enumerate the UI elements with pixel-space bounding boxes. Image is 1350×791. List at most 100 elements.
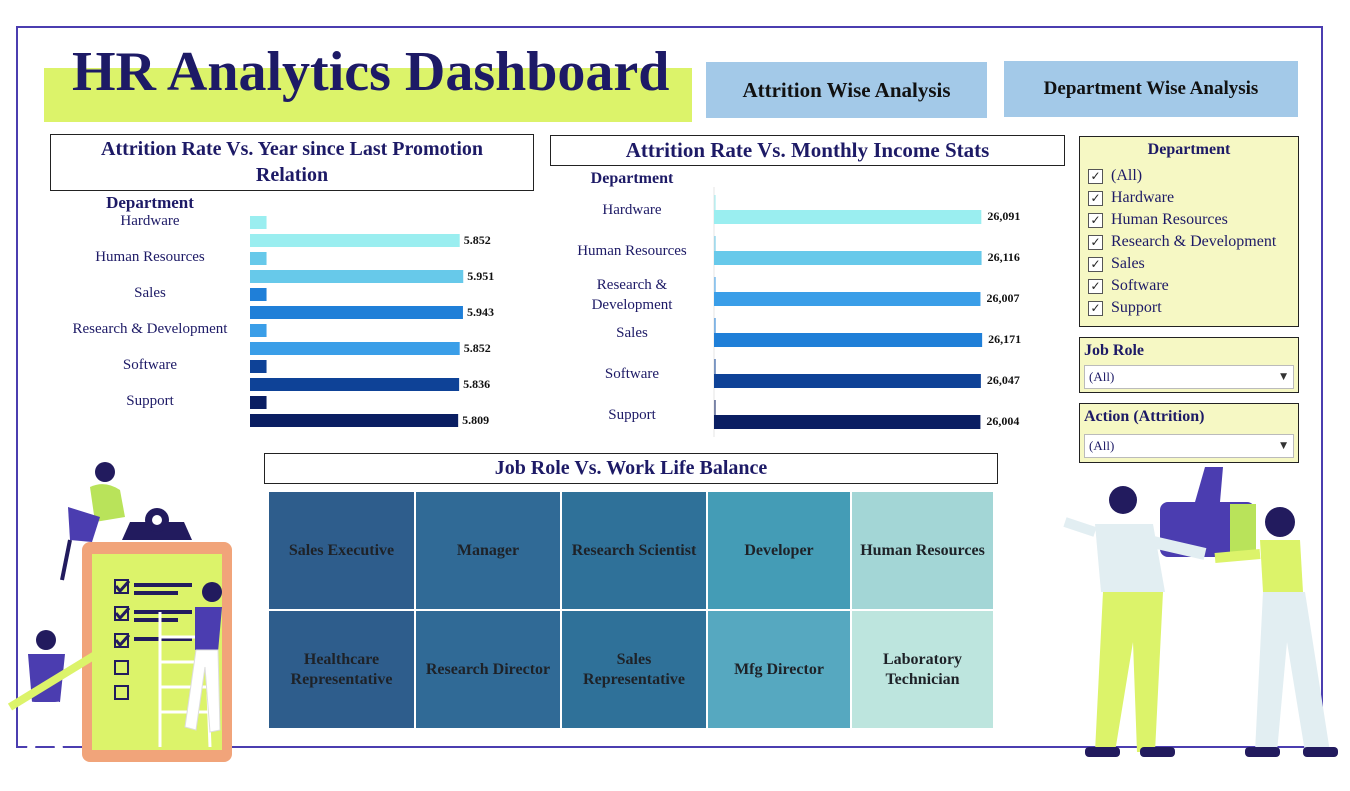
bar-hardware [250,234,460,247]
promotion-attrition-bar-chart: DepartmentHardware 5.852 Human Resources 5.… [73,193,494,427]
department-option-support[interactable]: ✓ Support [1088,297,1298,319]
attrition-wise-analysis-button[interactable]: Attrition Wise Analysis [706,62,987,118]
department-option-sales[interactable]: ✓ Sales [1088,253,1298,275]
treemap-cell-sales-representative[interactable]: Sales Representative [561,610,707,729]
treemap-cell-research-scientist[interactable]: Research Scientist [561,491,707,610]
bar-small-hardware [250,216,267,229]
treemap-cell-manager[interactable]: Manager [415,491,561,610]
income-attrition-bar-chart: Department Hardware 26,091 Human Resources 2… [577,170,1021,437]
bar-support [250,414,459,427]
checkbox-icon[interactable]: ✓ [1088,256,1103,272]
department-option-label: Software [1111,277,1169,294]
value-label-software: 26,047 [987,373,1020,387]
category-label-research-development-line1: Research & [597,277,668,293]
department-filter-title: Department [1147,141,1231,158]
value-label-hardware: 5.852 [464,233,491,247]
bar-small-research-development [250,324,267,337]
department-option-label: Sales [1111,255,1145,272]
treemap-cell-human-resources[interactable]: Human Resources [851,491,994,610]
chart1-title-line2: Relation [255,164,329,186]
bar-small-software [250,360,267,373]
category-label-support: Support [126,393,174,409]
page-title: HR Analytics Dashboard [72,41,670,103]
category-label-human-resources: Human Resources [95,249,205,265]
checkbox-icon[interactable]: ✓ [1088,212,1103,228]
checkbox-icon[interactable]: ✓ [1088,300,1103,316]
bar-support [714,415,981,429]
bar-sales [714,333,983,347]
bar-research-development [714,292,981,306]
checkbox-icon[interactable]: ✓ [1088,234,1103,250]
department-option-label: Support [1111,299,1162,316]
job-role-treemap: Sales Executive Manager Research Scientist… [268,491,994,729]
job-role-dropdown-value: (All) [1089,369,1115,384]
department-option-all[interactable]: ✓ (All) [1088,165,1298,187]
department-option-label: (All) [1111,167,1143,184]
bar-research-development [250,342,460,355]
bar-human-resources [250,270,464,283]
bar-software [250,378,460,391]
chart1-title: Attrition Rate Vs. Year since Last Promo… [50,134,534,191]
chart2-title: Attrition Rate Vs. Monthly Income Stats [550,135,1065,166]
department-wise-analysis-button[interactable]: Department Wise Analysis [1004,61,1298,117]
category-label-software: Software [123,357,177,373]
checkbox-icon[interactable]: ✓ [1088,168,1103,184]
department-filter: Department ✓ (All) ✓ Hardware ✓ Human Resourc… [1079,136,1299,327]
value-label-sales: 26,171 [988,332,1021,346]
chart3-title: Job Role Vs. Work Life Balance [264,453,998,484]
category-label-sales: Sales [616,325,648,341]
bar-software [714,374,981,388]
category-label-hardware: Hardware [120,213,179,229]
bar-small-sales [250,288,267,301]
treemap-cell-laboratory-technician[interactable]: Laboratory Technician [851,610,994,729]
checkbox-icon[interactable]: ✓ [1088,190,1103,206]
value-label-support: 5.809 [462,413,489,427]
attrition-filter-title: Action (Attrition) [1084,408,1205,425]
value-label-hardware: 26,091 [987,209,1020,223]
attrition-dropdown-value: (All) [1089,438,1115,453]
category-label-research-development-line2: Development [592,297,674,313]
chart1-title-line1: Attrition Rate Vs. Year since Last Promo… [101,138,483,160]
checkbox-icon[interactable]: ✓ [1088,278,1103,294]
treemap-cell-mfg-director[interactable]: Mfg Director [707,610,851,729]
job-role-dropdown[interactable]: (All) ▼ [1084,365,1294,389]
department-option-hardware[interactable]: ✓ Hardware [1088,187,1298,209]
category-label-sales: Sales [134,285,166,301]
value-label-human-resources: 26,116 [988,250,1020,264]
value-label-support: 26,004 [986,414,1019,428]
category-label-research-development: Research & Development [73,321,229,337]
clipboard-checklist-illustration [7,462,232,763]
category-label-hardware: Hardware [602,202,661,218]
bar-small-human-resources [250,252,267,265]
treemap-cell-sales-executive[interactable]: Sales Executive [268,491,415,610]
y-axis-title: Department [591,170,674,187]
attrition-filter: Action (Attrition) (All) ▼ [1079,403,1299,463]
bar-sales [250,306,463,319]
chevron-down-icon: ▼ [1280,441,1287,451]
attrition-dropdown[interactable]: (All) ▼ [1084,434,1294,458]
job-role-filter: Job Role (All) ▼ [1079,337,1299,393]
treemap-cell-developer[interactable]: Developer [707,491,851,610]
department-option-label: Human Resources [1111,211,1228,228]
department-option-human-resources[interactable]: ✓ Human Resources [1088,209,1298,231]
value-label-software: 5.836 [463,377,490,391]
bar-hardware [714,210,982,224]
y-axis-title: Department [106,193,194,212]
treemap-cell-research-director[interactable]: Research Director [415,610,561,729]
department-option-label: Research & Development [1111,233,1277,250]
value-label-research-development: 26,007 [986,291,1019,305]
category-label-software: Software [605,366,659,382]
job-role-filter-title: Job Role [1084,342,1144,359]
chevron-down-icon: ▼ [1280,372,1287,382]
category-label-support: Support [608,407,656,423]
bar-human-resources [714,251,982,265]
treemap-cell-healthcare-representative[interactable]: Healthcare Representative [268,610,415,729]
department-option-label: Hardware [1111,189,1175,206]
department-option-research-development[interactable]: ✓ Research & Development [1088,231,1298,253]
bar-small-support [250,396,267,409]
department-option-software[interactable]: ✓ Software [1088,275,1298,297]
value-label-research-development: 5.852 [464,341,491,355]
thumbs-up-team-illustration [1063,467,1338,757]
category-label-human-resources: Human Resources [577,243,687,259]
value-label-human-resources: 5.951 [467,269,494,283]
